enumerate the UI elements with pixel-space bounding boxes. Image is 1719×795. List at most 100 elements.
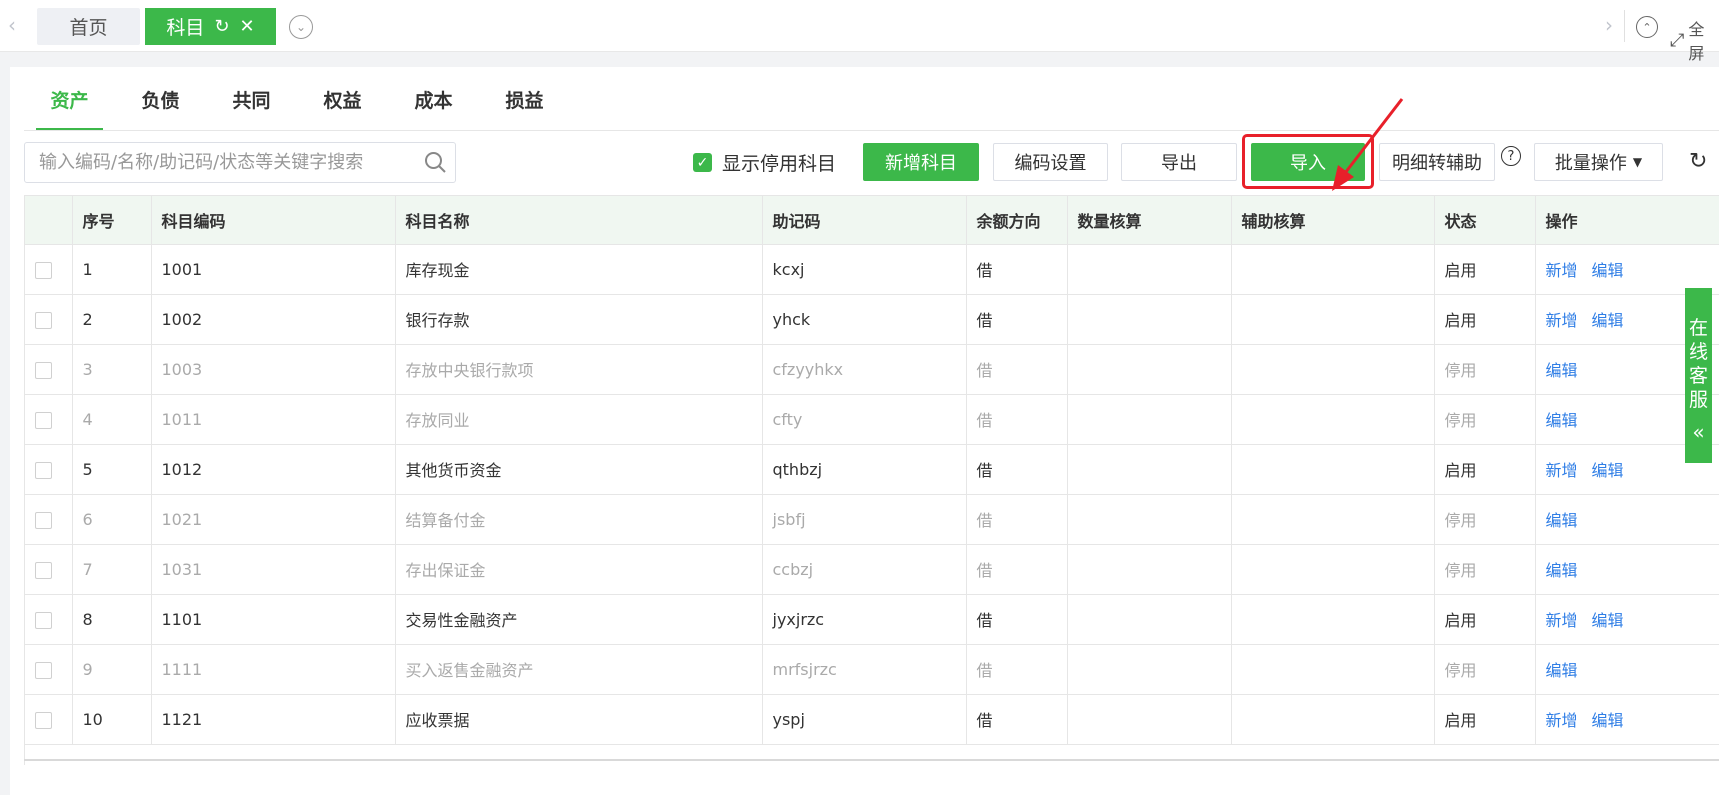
row-checkbox-icon[interactable]	[35, 461, 52, 479]
app-page: ‹ 首页 科目 ↻ ✕ ⌄ › ⌃ ⤢ 全屏 资产 负债 共同 权益 成本 损益	[0, 0, 1719, 795]
row-checkbox-icon[interactable]	[35, 261, 52, 279]
row-add-link[interactable]: 新增	[1546, 311, 1578, 330]
subjects-table: 序号 科目编码 科目名称 助记码 余额方向 数量核算 辅助核算 状态 操作 11…	[24, 195, 1719, 765]
cell-status: 停用	[1434, 544, 1536, 595]
cell-status: 停用	[1434, 644, 1536, 695]
search-input[interactable]	[39, 152, 409, 173]
tab-subjects[interactable]: 科目 ↻ ✕	[145, 8, 276, 45]
tabs-scroll-left-icon[interactable]: ‹	[8, 14, 16, 36]
tabs-dropdown-icon[interactable]: ⌄	[289, 15, 313, 39]
row-add-link[interactable]: 新增	[1546, 461, 1578, 480]
cell-qty	[1067, 594, 1232, 645]
row-edit-link[interactable]: 编辑	[1546, 561, 1578, 580]
category-tabs: 资产 负债 共同 权益 成本 损益	[24, 67, 570, 131]
row-checkbox-icon[interactable]	[35, 511, 52, 529]
cell-code: 1011	[151, 394, 396, 445]
tabs-divider	[24, 130, 1719, 131]
tab-common[interactable]: 共同	[206, 67, 297, 131]
row-edit-link[interactable]: 编辑	[1546, 511, 1578, 530]
row-checkbox-icon[interactable]	[35, 711, 52, 729]
row-add-link[interactable]: 新增	[1546, 711, 1578, 730]
cell-direction: 借	[966, 394, 1068, 445]
row-add-link[interactable]: 新增	[1546, 611, 1578, 630]
row-edit-link[interactable]: 编辑	[1592, 261, 1624, 280]
row-edit-link[interactable]: 编辑	[1546, 661, 1578, 680]
row-edit-link[interactable]: 编辑	[1592, 311, 1624, 330]
header-mnemonic[interactable]: 助记码	[762, 196, 967, 245]
checkbox-checked-icon[interactable]: ✓	[693, 153, 712, 172]
row-add-link[interactable]: 新增	[1546, 261, 1578, 280]
cell-code: 1121	[151, 694, 396, 745]
export-button[interactable]: 导出	[1121, 143, 1237, 181]
cell-mnemonic: ccbzj	[762, 544, 967, 595]
search-box	[24, 142, 456, 183]
table-row: 4 1011 存放同业 cfty 借 停用 编辑	[25, 394, 1719, 445]
cell-code: 1111	[151, 644, 396, 695]
row-checkbox	[25, 594, 73, 645]
row-edit-link[interactable]: 编辑	[1546, 361, 1578, 380]
service-char: 客	[1688, 365, 1708, 387]
row-edit-link[interactable]: 编辑	[1592, 711, 1624, 730]
cell-qty	[1067, 694, 1232, 745]
row-checkbox-icon[interactable]	[35, 311, 52, 329]
table-row: 2 1002 银行存款 yhck 借 启用 新增 编辑	[25, 294, 1719, 345]
tab-assets[interactable]: 资产	[24, 67, 115, 131]
table-row: 5 1012 其他货币资金 qthbzj 借 启用 新增 编辑	[25, 444, 1719, 495]
batch-ops-dropdown[interactable]: 批量操作 ▼	[1534, 143, 1663, 181]
collapse-up-icon[interactable]: ⌃	[1636, 16, 1658, 38]
tab-profit-loss[interactable]: 损益	[479, 67, 570, 131]
help-icon[interactable]: ?	[1501, 146, 1521, 166]
search-icon[interactable]	[423, 150, 447, 174]
tabs-scroll-right-icon[interactable]: ›	[1605, 14, 1613, 36]
refresh-icon[interactable]: ↻	[1689, 149, 1707, 174]
row-checkbox-icon[interactable]	[35, 361, 52, 379]
header-name[interactable]: 科目名称	[395, 196, 763, 245]
row-checkbox-icon[interactable]	[35, 411, 52, 429]
code-settings-button[interactable]: 编码设置	[993, 143, 1108, 181]
row-edit-link[interactable]: 编辑	[1546, 411, 1578, 430]
cell-direction: 借	[966, 344, 1068, 395]
refresh-tab-icon[interactable]: ↻	[214, 16, 229, 37]
service-char: 在	[1688, 317, 1708, 339]
row-edit-link[interactable]: 编辑	[1592, 461, 1624, 480]
cell-aux	[1231, 694, 1435, 745]
table-row: 7 1031 存出保证金 ccbzj 借 停用 编辑	[25, 544, 1719, 595]
row-checkbox	[25, 544, 73, 595]
tab-equity[interactable]: 权益	[297, 67, 388, 131]
row-checkbox-icon[interactable]	[35, 561, 52, 579]
tab-common-label: 共同	[232, 89, 271, 112]
cell-mnemonic: jyxjrzc	[762, 594, 967, 645]
cell-direction: 借	[966, 444, 1068, 495]
header-aux: 辅助核算	[1231, 196, 1435, 245]
tab-home[interactable]: 首页	[37, 8, 140, 45]
header-code[interactable]: 科目编码	[151, 196, 396, 245]
tab-liabilities[interactable]: 负债	[115, 67, 206, 131]
service-char: 服	[1688, 389, 1708, 411]
row-checkbox	[25, 444, 73, 495]
tab-cost[interactable]: 成本	[388, 67, 479, 131]
cell-mnemonic: jsbfj	[762, 494, 967, 545]
cell-code: 1031	[151, 544, 396, 595]
tab-assets-label: 资产	[50, 89, 89, 112]
cell-status: 启用	[1434, 594, 1536, 645]
row-checkbox-icon[interactable]	[35, 611, 52, 629]
cell-aux	[1231, 444, 1435, 495]
toolbar-divider	[1624, 10, 1625, 42]
cell-qty	[1067, 394, 1232, 445]
cell-name: 买入返售金融资产	[395, 644, 763, 695]
row-edit-link[interactable]: 编辑	[1592, 611, 1624, 630]
row-checkbox	[25, 294, 73, 345]
tab-cost-label: 成本	[414, 89, 453, 112]
row-checkbox-icon[interactable]	[35, 661, 52, 679]
cell-mnemonic: kcxj	[762, 244, 967, 295]
table-row: 6 1021 结算备付金 jsbfj 借 停用 编辑	[25, 494, 1719, 545]
cell-qty	[1067, 294, 1232, 345]
cell-code: 1003	[151, 344, 396, 395]
online-service-button[interactable]: 在 线 客 服 «	[1685, 288, 1712, 463]
fullscreen-button[interactable]: ⤢ 全屏	[1670, 16, 1719, 64]
close-tab-icon[interactable]: ✕	[240, 16, 255, 37]
service-char: 线	[1688, 341, 1708, 363]
add-subject-button[interactable]: 新增科目	[863, 143, 979, 181]
show-disabled-toggle[interactable]: ✓ 显示停用科目	[693, 149, 836, 176]
cell-status: 启用	[1434, 244, 1536, 295]
